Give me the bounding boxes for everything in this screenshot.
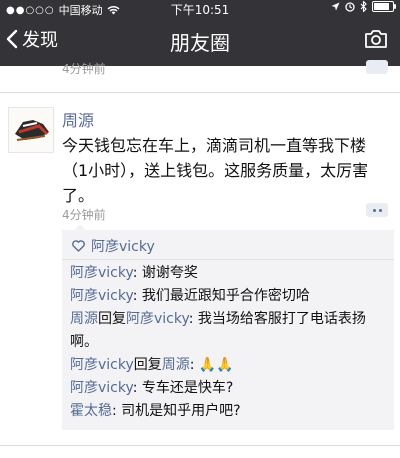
likes-row: 阿彦vicky	[72, 236, 155, 256]
bottom-divider	[0, 445, 400, 446]
comment-text: : 谢谢夸奖	[132, 265, 198, 281]
comment-item[interactable]: 阿彦vicky回复周源: 🙏🙏	[70, 354, 388, 377]
comment-text: : 我们最近跟知乎合作密切哈	[132, 288, 310, 304]
more-dot	[372, 208, 376, 212]
comment-list: 阿彦vicky: 谢谢夸奖 阿彦vicky: 我们最近跟知乎合作密切哈 周源回复…	[70, 262, 388, 423]
avatar-image	[9, 108, 53, 152]
comment-reply-word: 回复	[133, 357, 162, 373]
previous-post-remnant: 4分钟前	[0, 60, 400, 92]
comment-author[interactable]: 阿彦vicky	[70, 288, 133, 304]
comment-reply-to[interactable]: 阿彦vicky	[126, 311, 189, 327]
moments-screen: ●●○○○ 中国移动 下午10:51 发现 朋友圈 4分钟前 周源 今天钱包忘在…	[0, 0, 400, 458]
comment-text: : 🙏🙏	[189, 357, 234, 373]
comment-author[interactable]: 阿彦vicky	[70, 265, 133, 281]
status-bar: ●●○○○ 中国移动 下午10:51	[0, 0, 400, 18]
comment-item[interactable]: 周源回复阿彦vicky: 我当场给客服打了电话表扬啊。	[70, 308, 388, 354]
comment-author[interactable]: 阿彦vicky	[70, 380, 133, 396]
comment-item[interactable]: 阿彦vicky: 谢谢夸奖	[70, 262, 388, 285]
heart-icon	[72, 240, 85, 252]
likes-divider	[62, 259, 394, 260]
comment-text: : 专车还是快车?	[132, 380, 234, 396]
previous-post-more-button[interactable]	[366, 60, 388, 74]
camera-icon	[365, 30, 387, 48]
battery-icon	[372, 1, 396, 12]
comment-item[interactable]: 阿彦vicky: 我们最近跟知乎合作密切哈	[70, 285, 388, 308]
comment-text: : 司机是知乎用户吧?	[112, 403, 241, 419]
post-author-name[interactable]: 周源	[62, 107, 94, 131]
page-title: 朋友圈	[170, 31, 230, 55]
comment-item[interactable]: 阿彦vicky: 专车还是快车?	[70, 377, 388, 400]
navigation-bar: 发现 朋友圈	[0, 18, 400, 66]
previous-post-time: 4分钟前	[62, 62, 106, 76]
author-avatar[interactable]	[8, 107, 54, 153]
comment-reply-word: 回复	[98, 311, 126, 327]
post-text: 今天钱包忘在车上，滴滴司机一直等我下楼（1小时），送上钱包。这服务质量，太厉害了…	[62, 136, 369, 205]
comment-author[interactable]: 阿彦vicky	[70, 357, 134, 373]
comment-reply-to[interactable]: 周源	[162, 357, 190, 373]
comment-author[interactable]: 周源	[70, 311, 98, 327]
camera-button[interactable]	[364, 29, 388, 53]
bluetooth-icon	[360, 1, 367, 12]
more-options-button[interactable]	[366, 203, 388, 217]
comments-box: 阿彦vicky 阿彦vicky: 谢谢夸奖 阿彦vicky: 我们最近跟知乎合作…	[62, 224, 394, 430]
alarm-icon	[345, 1, 355, 12]
post-time: 4分钟前	[62, 208, 106, 222]
comment-author[interactable]: 霍太稳	[70, 403, 112, 419]
like-user-name[interactable]: 阿彦vicky	[91, 236, 155, 256]
comment-item[interactable]: 霍太稳: 司机是知乎用户吧?	[70, 400, 388, 423]
status-right	[331, 1, 396, 12]
header: ●●○○○ 中国移动 下午10:51 发现 朋友圈	[0, 0, 400, 66]
location-icon	[331, 2, 340, 11]
post-divider	[0, 92, 400, 93]
more-dot	[378, 208, 382, 212]
